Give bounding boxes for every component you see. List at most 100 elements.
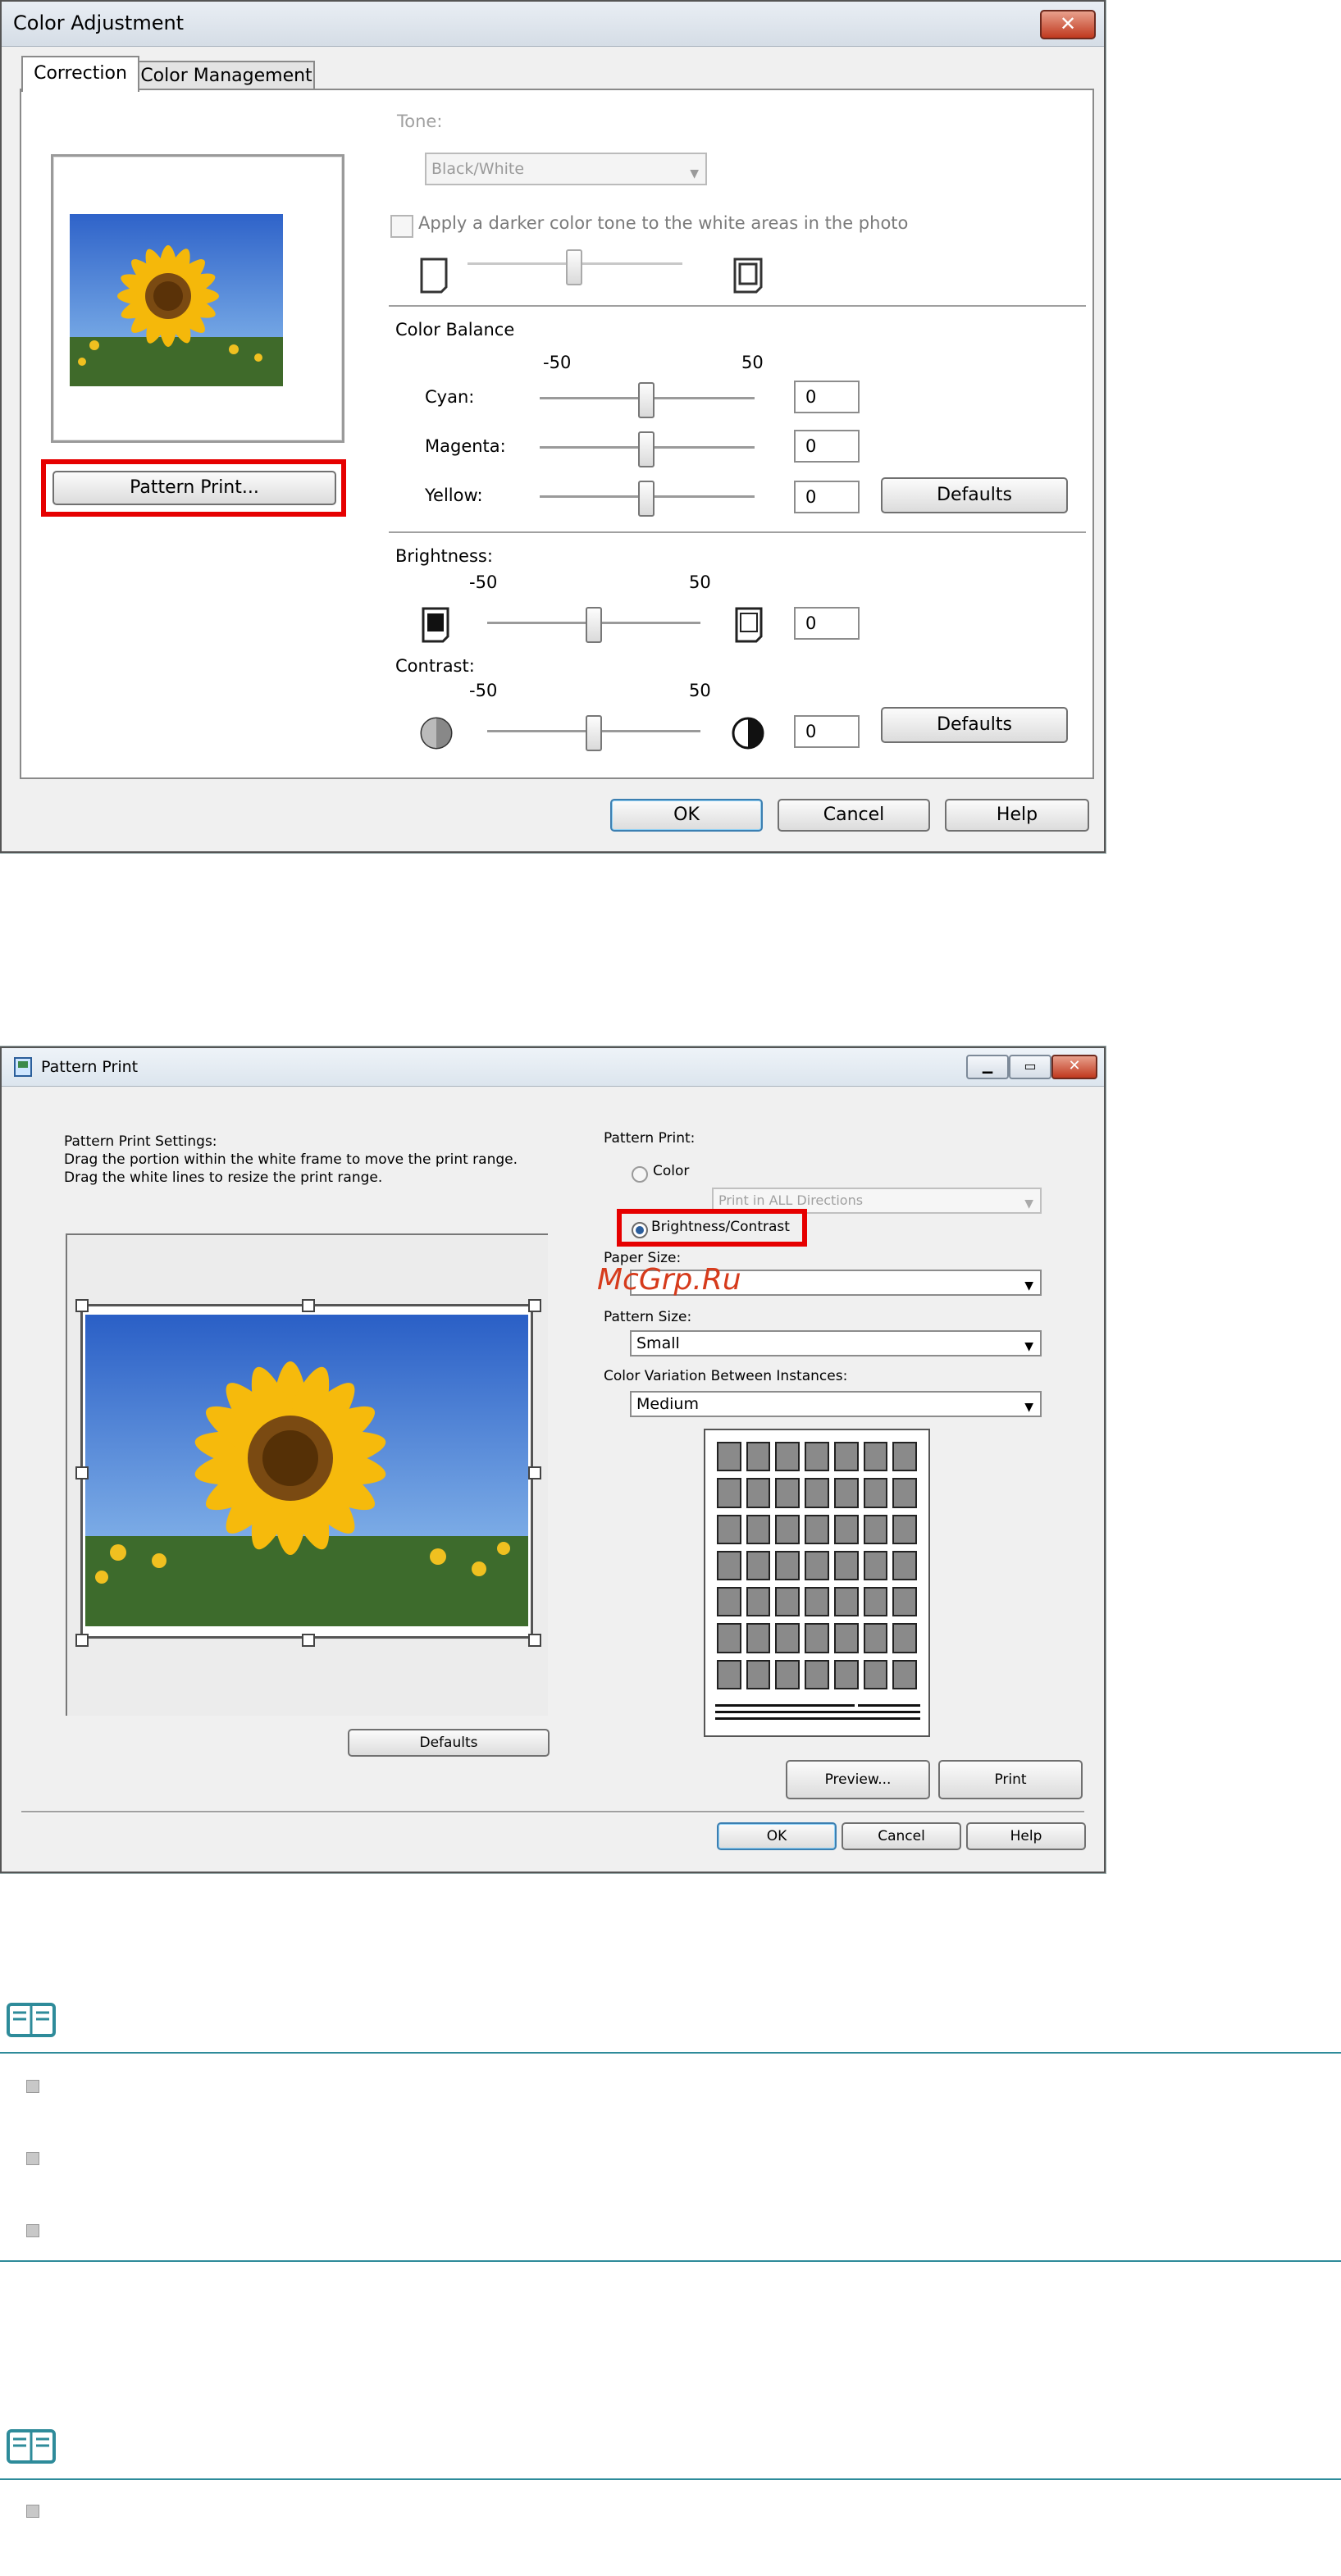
pattern-cell bbox=[892, 1587, 917, 1617]
resize-handle-top-right[interactable] bbox=[528, 1299, 541, 1312]
note-book-icon bbox=[7, 2429, 56, 2464]
sunflower-preview-image bbox=[70, 214, 283, 386]
separator bbox=[21, 1811, 1084, 1813]
brightness-value-field[interactable]: 0 bbox=[794, 607, 860, 640]
resize-handle-top[interactable] bbox=[302, 1299, 315, 1312]
pattern-cell bbox=[717, 1478, 741, 1508]
note-bullet bbox=[26, 2224, 39, 2237]
pattern-cell bbox=[833, 1623, 859, 1653]
app-icon bbox=[14, 1057, 32, 1077]
caption-line bbox=[715, 1704, 855, 1707]
tone-select-value: Black/White bbox=[431, 160, 525, 178]
ok-button-label: OK bbox=[673, 805, 700, 825]
color-variation-value: Medium bbox=[636, 1395, 699, 1413]
print-button-label: Print bbox=[994, 1771, 1027, 1788]
color-radio[interactable] bbox=[632, 1166, 648, 1183]
pattern-cell bbox=[717, 1514, 741, 1544]
title-bar: Pattern Print ▁ ▭ ✕ bbox=[2, 1048, 1104, 1087]
separator bbox=[389, 305, 1086, 308]
ok-button[interactable]: OK bbox=[610, 799, 763, 832]
contrast-value-field[interactable]: 0 bbox=[794, 715, 860, 748]
note-bullet bbox=[26, 2152, 39, 2165]
pattern-cell bbox=[892, 1514, 917, 1544]
magenta-value-field[interactable]: 0 bbox=[794, 430, 860, 463]
darker-tone-checkbox[interactable] bbox=[390, 215, 413, 238]
cyan-value-field[interactable]: 0 bbox=[794, 381, 860, 413]
yellow-slider-thumb[interactable] bbox=[638, 481, 655, 517]
brightness-contrast-defaults-button[interactable]: Defaults bbox=[881, 707, 1068, 743]
cyan-slider-thumb[interactable] bbox=[638, 382, 655, 418]
pattern-cell bbox=[775, 1550, 800, 1581]
pattern-cell bbox=[746, 1550, 771, 1581]
help-button[interactable]: Help bbox=[945, 799, 1089, 832]
ok-button[interactable]: OK bbox=[717, 1822, 837, 1850]
range-min-label: -50 bbox=[543, 353, 572, 372]
pattern-cell bbox=[717, 1623, 741, 1653]
chevron-down-icon: ▼ bbox=[1024, 1340, 1033, 1353]
brightness-label: Brightness: bbox=[395, 546, 493, 566]
magenta-slider-thumb[interactable] bbox=[638, 431, 655, 467]
color-balance-defaults-button[interactable]: Defaults bbox=[881, 477, 1068, 513]
pattern-cell bbox=[805, 1623, 829, 1653]
brightness-contrast-radio[interactable] bbox=[632, 1222, 648, 1238]
pattern-cell bbox=[892, 1623, 917, 1653]
pattern-cell bbox=[717, 1659, 741, 1689]
settings-title: Pattern Print Settings: bbox=[64, 1133, 217, 1150]
separator bbox=[389, 531, 1086, 534]
note-rule-top bbox=[0, 2478, 1341, 2480]
resize-handle-bottom[interactable] bbox=[302, 1634, 315, 1647]
yellow-value: 0 bbox=[805, 487, 817, 507]
pattern-cell bbox=[775, 1478, 800, 1508]
pattern-grid bbox=[715, 1440, 920, 1694]
pattern-cell bbox=[746, 1659, 771, 1689]
pattern-size-select[interactable]: Small ▼ bbox=[630, 1330, 1042, 1356]
pattern-cell bbox=[775, 1514, 800, 1544]
pattern-cell bbox=[892, 1442, 917, 1472]
tone-slider-thumb[interactable] bbox=[566, 249, 582, 285]
pattern-cell bbox=[746, 1442, 771, 1472]
close-icon[interactable]: ✕ bbox=[1051, 1055, 1097, 1079]
resize-handle-left[interactable] bbox=[75, 1466, 89, 1479]
defaults-button[interactable]: Defaults bbox=[348, 1729, 550, 1757]
pattern-cell bbox=[863, 1659, 888, 1689]
instruction-move: Drag the portion within the white frame … bbox=[64, 1151, 518, 1168]
cancel-button-label: Cancel bbox=[878, 1828, 925, 1844]
contrast-slider-thumb[interactable] bbox=[586, 715, 602, 751]
sunflower-range-image bbox=[85, 1315, 528, 1626]
direction-select-value: Print in ALL Directions bbox=[718, 1192, 864, 1208]
resize-handle-top-left[interactable] bbox=[75, 1299, 89, 1312]
pattern-cell bbox=[717, 1550, 741, 1581]
preview-button[interactable]: Preview... bbox=[786, 1760, 930, 1799]
tone-select[interactable]: Black/White ▼ bbox=[425, 153, 707, 185]
caption-line bbox=[858, 1704, 920, 1707]
pattern-cell bbox=[892, 1478, 917, 1508]
yellow-value-field[interactable]: 0 bbox=[794, 481, 860, 513]
tab-correction[interactable]: Correction bbox=[21, 56, 139, 92]
minimize-icon[interactable]: ▁ bbox=[966, 1055, 1009, 1079]
color-balance-defaults-label: Defaults bbox=[937, 485, 1012, 505]
color-variation-select[interactable]: Medium ▼ bbox=[630, 1391, 1042, 1417]
pattern-cell bbox=[863, 1442, 888, 1472]
pattern-print-button[interactable]: Pattern Print... bbox=[52, 471, 336, 505]
chevron-down-icon: ▼ bbox=[690, 167, 699, 180]
pattern-cell bbox=[833, 1659, 859, 1689]
resize-handle-bottom-left[interactable] bbox=[75, 1634, 89, 1647]
dialog-title: Color Adjustment bbox=[13, 11, 185, 34]
help-button[interactable]: Help bbox=[966, 1822, 1086, 1850]
cancel-button[interactable]: Cancel bbox=[778, 799, 930, 832]
tab-color-management[interactable]: Color Management bbox=[138, 61, 315, 90]
resize-handle-bottom-right[interactable] bbox=[528, 1634, 541, 1647]
cancel-button[interactable]: Cancel bbox=[842, 1822, 961, 1850]
print-range-frame[interactable] bbox=[80, 1304, 533, 1639]
color-radio-label: Color bbox=[653, 1163, 690, 1179]
print-button[interactable]: Print bbox=[938, 1760, 1083, 1799]
pattern-print-dialog: Pattern Print ▁ ▭ ✕ Pattern Print Settin… bbox=[0, 1046, 1106, 1873]
pattern-cell bbox=[863, 1478, 888, 1508]
note-bullet bbox=[26, 2505, 39, 2518]
brightness-slider-thumb[interactable] bbox=[586, 607, 602, 643]
contrast-value: 0 bbox=[805, 722, 817, 741]
resize-handle-right[interactable] bbox=[528, 1466, 541, 1479]
close-icon[interactable]: ✕ bbox=[1040, 10, 1096, 39]
color-balance-label: Color Balance bbox=[395, 320, 515, 340]
maximize-icon[interactable]: ▭ bbox=[1009, 1055, 1051, 1079]
